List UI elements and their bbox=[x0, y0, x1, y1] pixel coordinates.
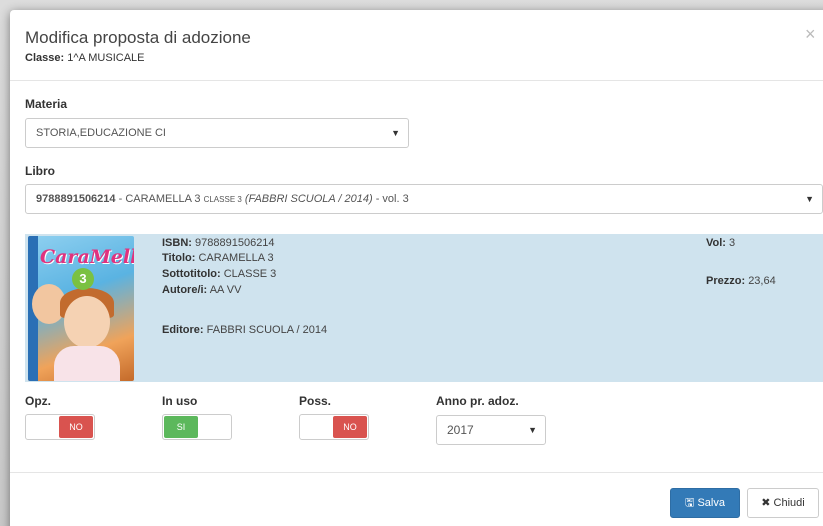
autore-value: AA VV bbox=[209, 284, 242, 296]
save-button[interactable]: 🖫 Salva bbox=[670, 488, 740, 518]
chevron-down-icon: ▼ bbox=[528, 425, 537, 435]
footer-divider bbox=[10, 472, 823, 473]
cover-number: 3 bbox=[72, 268, 94, 290]
sottotitolo-label: Sottotitolo: bbox=[162, 268, 221, 280]
isbn-value: 9788891506214 bbox=[195, 237, 275, 249]
titolo-line: Titolo: CARAMELLA 3 bbox=[162, 252, 274, 264]
prezzo-label: Prezzo: bbox=[706, 275, 746, 287]
vol-value: 3 bbox=[729, 237, 736, 249]
libro-select[interactable]: 9788891506214 - CARAMELLA 3 CLASSE 3 (FA… bbox=[25, 184, 823, 214]
materia-label: Materia bbox=[25, 97, 68, 111]
vol-label: Vol: bbox=[706, 237, 726, 249]
editore-label: Editore: bbox=[162, 324, 204, 336]
libro-volume: - vol. 3 bbox=[372, 193, 409, 205]
isbn-label: ISBN: bbox=[162, 237, 192, 249]
opz-toggle[interactable]: NO bbox=[25, 414, 95, 440]
opz-toggle-value: NO bbox=[59, 416, 93, 438]
libro-isbn: 9788891506214 bbox=[36, 193, 116, 205]
modal-title: Modifica proposta di adozione bbox=[25, 28, 251, 47]
opz-label: Opz. bbox=[25, 394, 51, 408]
save-icon: 🖫 bbox=[685, 497, 695, 509]
close-icon[interactable]: × bbox=[805, 24, 816, 45]
cover-child-shirt bbox=[54, 346, 120, 381]
class-label: Classe: bbox=[25, 52, 65, 64]
chevron-down-icon: ▼ bbox=[805, 194, 814, 204]
inuso-toggle[interactable]: SI bbox=[162, 414, 232, 440]
vol-line: Vol: 3 bbox=[706, 237, 735, 249]
titolo-value: CARAMELLA 3 bbox=[198, 252, 274, 264]
libro-separator: - bbox=[115, 193, 126, 205]
editore-line: Editore: FABBRI SCUOLA / 2014 bbox=[162, 324, 327, 336]
titolo-label: Titolo: bbox=[162, 252, 196, 264]
close-label: Chiudi bbox=[773, 497, 805, 509]
inuso-label: In uso bbox=[162, 394, 198, 408]
anno-label: Anno pr. adoz. bbox=[436, 394, 519, 408]
editore-value: FABBRI SCUOLA / 2014 bbox=[206, 324, 328, 336]
prezzo-value: 23,64 bbox=[748, 275, 776, 287]
prezzo-line: Prezzo: 23,64 bbox=[706, 275, 776, 287]
save-label: Salva bbox=[697, 497, 725, 509]
book-details-panel: CaraMella 3 ISBN: 9788891506214 Titolo: … bbox=[25, 234, 823, 382]
cover-child-face bbox=[64, 296, 110, 348]
modal-header: Modifica proposta di adozione Classe: 1^… bbox=[10, 10, 823, 81]
libro-title: CARAMELLA 3 bbox=[125, 193, 201, 205]
sottotitolo-line: Sottotitolo: CLASSE 3 bbox=[162, 268, 276, 280]
book-cover-image: CaraMella 3 bbox=[28, 236, 134, 381]
edit-adoption-modal: Modifica proposta di adozione Classe: 1^… bbox=[10, 10, 823, 526]
cover-title: CaraMella bbox=[40, 246, 134, 268]
class-value: 1^A MUSICALE bbox=[67, 52, 145, 64]
libro-subtitle: CLASSE 3 bbox=[203, 195, 242, 204]
libro-label: Libro bbox=[25, 164, 55, 178]
poss-toggle-value: NO bbox=[333, 416, 367, 438]
anno-select[interactable]: 2017 ▼ bbox=[436, 415, 546, 445]
libro-publisher: (FABBRI SCUOLA / 2014) bbox=[244, 193, 373, 205]
isbn-line: ISBN: 9788891506214 bbox=[162, 237, 275, 249]
close-icon: ✖ bbox=[761, 497, 771, 509]
chevron-down-icon: ▼ bbox=[391, 128, 400, 138]
materia-selected-value: STORIA,EDUCAZIONE CI bbox=[36, 127, 166, 139]
inuso-toggle-value: SI bbox=[164, 416, 198, 438]
autore-line: Autore/i: AA VV bbox=[162, 284, 241, 296]
close-button[interactable]: ✖ Chiudi bbox=[747, 488, 819, 518]
class-info: Classe: 1^A MUSICALE bbox=[25, 52, 145, 64]
poss-label: Poss. bbox=[299, 394, 332, 408]
materia-select[interactable]: STORIA,EDUCAZIONE CI ▼ bbox=[25, 118, 409, 148]
sottotitolo-value: CLASSE 3 bbox=[223, 268, 277, 280]
autore-label: Autore/i: bbox=[162, 284, 208, 296]
anno-selected-value: 2017 bbox=[447, 423, 474, 437]
poss-toggle[interactable]: NO bbox=[299, 414, 369, 440]
